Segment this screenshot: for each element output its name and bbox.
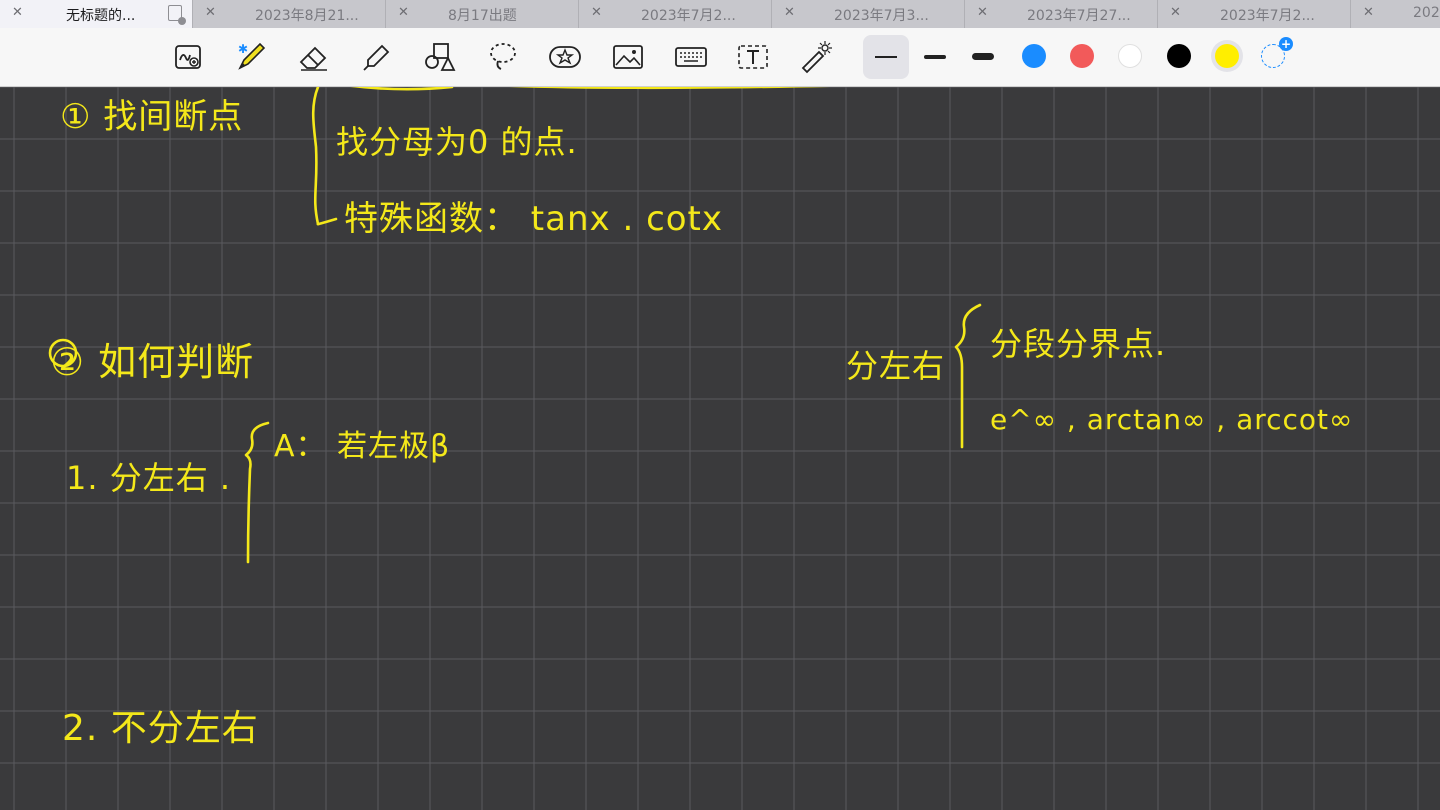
tab-label: 2023年8月21... [255,8,359,24]
tab-5[interactable]: ✕ 2023年7月27... [965,0,1158,28]
laser-pointer-icon[interactable] [799,40,833,74]
tab-label: 8月17出题 [448,8,517,24]
tab-bar: ✕ 无标题的... ✕ 2023年8月21... ✕ 8月17出题 ✕ 2023年7月2...… [0,0,1440,28]
brace-a [244,421,270,564]
keyboard-icon[interactable] [674,40,708,74]
close-icon[interactable]: ✕ [1170,5,1181,20]
document-icon[interactable] [168,5,186,25]
color-swatch-1[interactable] [1070,44,1094,68]
tab-7[interactable]: ✕ 202 [1351,0,1440,28]
tab-label: 202 [1413,5,1440,21]
color-swatch-4[interactable] [1215,44,1239,68]
tab-label: 2023年7月27... [1027,8,1131,24]
brace-hook [316,217,338,226]
close-icon[interactable]: ✕ [12,5,23,20]
note-line-1: ① 找间断点 [60,97,244,137]
shapes-icon[interactable] [422,40,456,74]
close-icon[interactable]: ✕ [205,5,216,20]
close-icon[interactable]: ✕ [784,5,795,20]
lasso-icon[interactable] [486,40,520,74]
tab-1[interactable]: ✕ 2023年8月21... [193,0,386,28]
close-icon[interactable]: ✕ [977,5,988,20]
tab-3[interactable]: ✕ 2023年7月2... [579,0,772,28]
stroke-width-medium[interactable] [924,55,946,59]
highlighter-icon[interactable] [360,40,394,74]
stroke-width-thick[interactable] [972,53,994,60]
note-line-4: ② 如何判断 [50,340,255,384]
pen-icon[interactable] [234,40,268,74]
tab-2[interactable]: ✕ 8月17出题 [386,0,579,28]
eraser-icon[interactable] [297,40,331,74]
add-color-button[interactable]: + [1261,37,1293,68]
tab-4[interactable]: ✕ 2023年7月3... [772,0,965,28]
note-line-3: 特殊函数： tanx . cotx [344,199,724,239]
tab-label: 2023年7月3... [834,8,929,24]
note-line-5: 1. 分左右 . [66,459,232,497]
sticker-icon[interactable] [548,40,582,74]
close-icon[interactable]: ✕ [591,5,602,20]
color-swatch-3[interactable] [1167,44,1191,68]
tab-label: 2023年7月2... [641,8,736,24]
note-line-2: 找分母为0 的点. [336,123,578,161]
color-swatch-2[interactable] [1118,44,1142,68]
note-line-7: 2. 不分左右 [62,708,259,749]
handwriting-zoom-icon[interactable] [172,40,206,74]
brace-top [311,87,320,226]
tab-0[interactable]: ✕ 无标题的... [0,0,193,28]
toolbar: ✱ + [0,28,1440,87]
tab-label: 2023年7月2... [1220,8,1315,24]
note-canvas[interactable]: ① 找间断点 找分母为0 的点. 特殊函数： tanx . cotx ② 如何判… [0,87,1440,810]
note-line-6: A： 若左极β [274,429,451,464]
text-icon[interactable] [736,40,770,74]
color-swatch-0[interactable] [1022,44,1046,68]
brace-right [954,303,982,449]
stroke-width-thin[interactable] [875,56,897,58]
note-line-9: 分段分界点. [990,325,1167,363]
tab-label: 无标题的... [66,8,136,24]
close-icon[interactable]: ✕ [1363,5,1374,20]
cut-stroke-top [350,87,830,91]
plus-icon: + [1279,37,1293,51]
note-line-8: 分左右 [846,347,946,385]
image-icon[interactable] [611,40,645,74]
tab-6[interactable]: ✕ 2023年7月2... [1158,0,1351,28]
note-line-10: e^∞ , arctan∞ , arccot∞ [990,403,1354,436]
close-icon[interactable]: ✕ [398,5,409,20]
